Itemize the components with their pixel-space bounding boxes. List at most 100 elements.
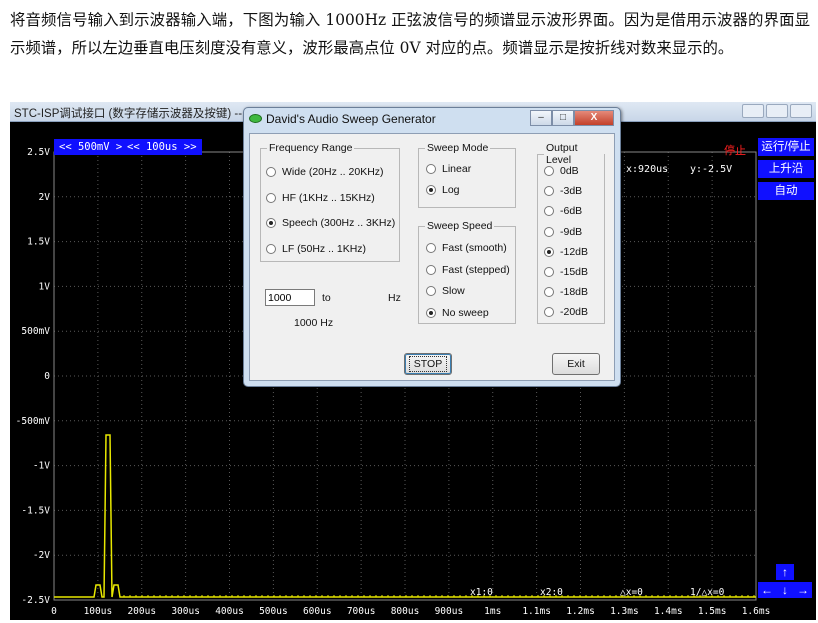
frequency-display: 1000 Hz	[294, 317, 334, 329]
maximize-button[interactable]: □	[552, 110, 574, 126]
output-level-option[interactable]: -12dB	[544, 246, 588, 258]
output-level-option[interactable]: -6dB	[544, 205, 582, 217]
radio-button-icon[interactable]	[544, 246, 554, 257]
stop-button-label: STOP	[408, 356, 448, 372]
radio-button-icon[interactable]	[266, 192, 276, 203]
radio-button-icon[interactable]	[544, 287, 554, 298]
y-tick-label: 0	[44, 371, 50, 382]
right-arrow-button[interactable]: →	[794, 582, 812, 598]
output-level-option[interactable]: -9dB	[544, 226, 582, 238]
output-level-option[interactable]: -3dB	[544, 185, 582, 197]
auto-button[interactable]: 自动	[758, 182, 814, 200]
window-maximize-button[interactable]	[766, 104, 788, 118]
output-level-option[interactable]: -18dB	[544, 286, 588, 298]
radio-button-icon[interactable]	[544, 307, 554, 318]
x-tick-label: 900us	[435, 606, 464, 617]
frequency-range-option[interactable]: Wide (20Hz .. 20KHz)	[266, 166, 384, 178]
frequency-range-option-label: Speech (300Hz .. 3KHz)	[282, 217, 396, 229]
radio-button-icon[interactable]	[544, 166, 554, 176]
y-readout: y:-2.5V	[690, 164, 733, 175]
sweep-speed-option[interactable]: Fast (stepped)	[426, 264, 510, 276]
x-tick-label: 1.2ms	[566, 606, 595, 617]
exit-button[interactable]: Exit	[552, 353, 600, 375]
sweep-mode-option-label: Log	[442, 184, 460, 196]
radio-button-icon[interactable]	[544, 186, 554, 197]
radio-button-icon[interactable]	[266, 243, 276, 254]
radio-button-icon[interactable]	[544, 206, 554, 217]
y-tick-label: -2.5V	[21, 595, 50, 606]
radio-button-icon[interactable]	[426, 286, 436, 296]
x-tick-label: 1.5ms	[698, 606, 727, 617]
x-tick-label: 800us	[391, 606, 420, 617]
sweep-speed-option[interactable]: Fast (smooth)	[426, 242, 507, 254]
document-paragraph: 将音频信号输入到示波器输入端，下图为输入 1000Hz 正弦波信号的频谱显示波形…	[10, 11, 810, 57]
output-level-option-label: -9dB	[560, 225, 583, 238]
x-tick-label: 1.3ms	[610, 606, 639, 617]
x-tick-label: 1ms	[484, 606, 501, 617]
to-label: to	[322, 292, 331, 304]
x-tick-label: 300us	[171, 606, 200, 617]
frequency-input[interactable]	[265, 289, 315, 306]
output-level-option-label: -3dB	[560, 185, 583, 198]
run-stop-button[interactable]: 运行/停止	[758, 138, 814, 156]
dialog-controls: – □ X	[530, 110, 614, 126]
hz-label: Hz	[388, 292, 401, 304]
x-tick-label: 1.1ms	[522, 606, 551, 617]
up-arrow-button[interactable]: ↑	[776, 564, 794, 580]
rising-edge-button[interactable]: 上升沿	[758, 160, 814, 178]
y-tick-label: 2V	[39, 192, 51, 203]
sweep-speed-option-label: Fast (smooth)	[442, 242, 507, 254]
x-tick-label: 500us	[259, 606, 288, 617]
output-level-option[interactable]: 0dB	[544, 165, 579, 177]
sweep-speed-option[interactable]: No sweep	[426, 307, 489, 319]
frequency-range-legend: Frequency Range	[269, 142, 353, 154]
frequency-range-option-label: HF (1KHz .. 15KHz)	[282, 191, 375, 204]
app-icon	[249, 114, 262, 123]
radio-button-icon[interactable]	[426, 164, 436, 174]
sweep-mode-option[interactable]: Log	[426, 184, 460, 196]
window-title: STC-ISP调试接口 (数字存储示波器及按键) -- ww	[14, 108, 262, 120]
radio-button-icon[interactable]	[426, 264, 436, 275]
window-close-button[interactable]	[790, 104, 812, 118]
minimize-button[interactable]: –	[530, 110, 552, 126]
radio-button-icon[interactable]	[426, 185, 436, 195]
sweep-speed-option[interactable]: Slow	[426, 285, 465, 297]
radio-button-icon[interactable]	[544, 226, 554, 237]
output-level-legend: Output Level	[546, 142, 578, 166]
window-controls	[742, 104, 812, 118]
sweep-mode-option[interactable]: Linear	[426, 163, 471, 175]
time-div-selector[interactable]: << 100us >>	[122, 139, 202, 155]
y-tick-label: -1V	[33, 461, 50, 472]
frequency-range-option[interactable]: HF (1KHz .. 15KHz)	[266, 192, 375, 204]
y-tick-label: -500mV	[16, 416, 51, 427]
output-level-option-label: -12dB	[560, 245, 589, 258]
x-tick-label: 1.6ms	[742, 606, 771, 617]
sweep-generator-dialog: David's Audio Sweep Generator – □ X Freq…	[243, 107, 621, 387]
x-tick-label: 700us	[347, 606, 376, 617]
left-arrow-button[interactable]: ←	[758, 582, 776, 598]
radio-button-icon[interactable]	[544, 267, 554, 277]
y-tick-label: 1.5V	[27, 237, 50, 248]
x-tick-label: 400us	[215, 606, 244, 617]
y-tick-label: 2.5V	[27, 147, 50, 158]
close-button[interactable]: X	[574, 110, 614, 126]
output-level-option-label: 0dB	[560, 165, 579, 177]
y-tick-label: -2V	[33, 550, 50, 561]
down-arrow-button[interactable]: ↓	[776, 582, 794, 598]
window-minimize-button[interactable]	[742, 104, 764, 118]
radio-button-icon[interactable]	[266, 167, 276, 177]
sweep-speed-option-label: Slow	[442, 285, 465, 297]
dialog-title: David's Audio Sweep Generator	[266, 112, 436, 126]
frequency-range-option[interactable]: Speech (300Hz .. 3KHz)	[266, 217, 395, 229]
dialog-body: Frequency Range Wide (20Hz .. 20KHz) HF (…	[249, 133, 615, 381]
output-level-option[interactable]: -15dB	[544, 266, 588, 278]
radio-button-icon[interactable]	[426, 243, 436, 253]
output-level-option[interactable]: -20dB	[544, 306, 588, 318]
radio-button-icon[interactable]	[266, 218, 276, 228]
output-level-option-label: -15dB	[560, 266, 589, 278]
x-tick-label: 600us	[303, 606, 332, 617]
radio-button-icon[interactable]	[426, 307, 436, 318]
stop-button[interactable]: STOP	[404, 353, 452, 375]
output-level-option-label: -6dB	[560, 205, 583, 218]
frequency-range-option[interactable]: LF (50Hz .. 1KHz)	[266, 243, 366, 255]
